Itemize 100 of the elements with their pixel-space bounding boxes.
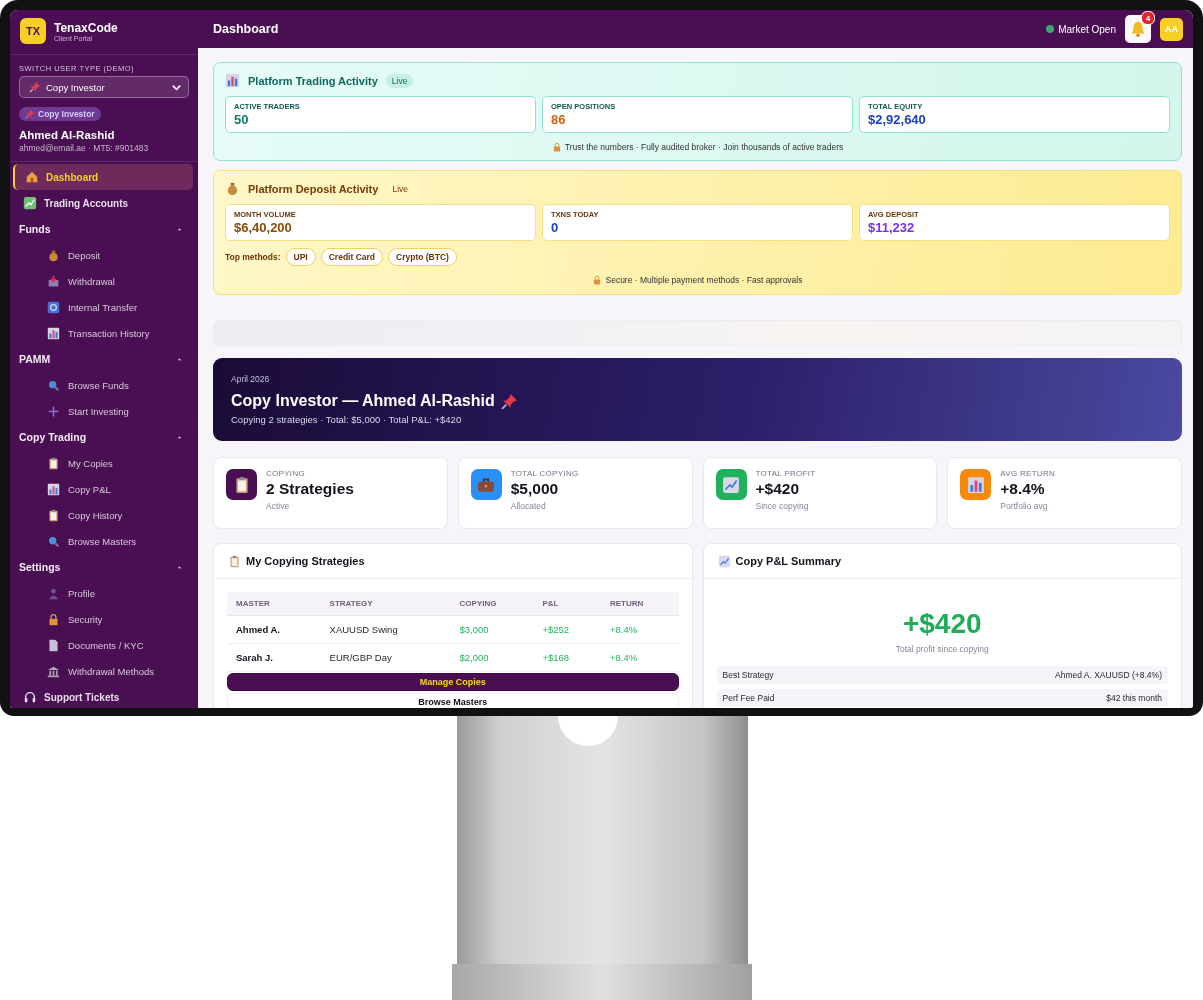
total-caption: Total profit since copying — [894, 644, 990, 654]
bank-icon — [47, 664, 60, 678]
nav-item[interactable]: Copy History — [13, 502, 193, 528]
plus-icon — [47, 404, 60, 418]
nav-item[interactable]: Profile — [13, 580, 193, 606]
nav-section[interactable]: Settings — [13, 554, 193, 580]
panel-title: Platform Deposit Activity — [248, 182, 379, 195]
nav-section[interactable]: Funds — [13, 216, 193, 242]
row-label: Perf Fee Paid — [722, 693, 775, 703]
column-header: RETURN — [600, 592, 679, 616]
nav-section[interactable]: Copy Trading — [13, 424, 193, 450]
clipboard-icon — [47, 508, 60, 522]
money-bag-icon — [47, 248, 60, 262]
table-cell: $3,000 — [450, 615, 534, 644]
nav-item[interactable]: Internal Transfer — [13, 294, 193, 320]
bar-chart-icon — [47, 482, 60, 496]
payment-method-chip: UPI — [285, 248, 316, 266]
pin-icon — [25, 109, 35, 119]
money-bag-icon — [225, 181, 240, 196]
banner-subtitle: Copying 2 strategies · Total: $5,000 · Total P&L: +$420 — [231, 414, 463, 425]
person-icon — [47, 586, 60, 600]
nav-item[interactable]: Dashboard — [13, 164, 193, 190]
banner-title: Copy Investor — Ahmed Al-Rashid — [231, 392, 495, 410]
panel-title: My Copying Strategies — [246, 555, 365, 567]
lock-icon — [47, 612, 60, 626]
row-value: Ahmed A. XAUUSD (+8.4%) — [1055, 670, 1162, 680]
nav-item[interactable]: Copy P&L — [13, 476, 193, 502]
bell-icon — [1129, 20, 1147, 38]
tray-icon — [47, 274, 60, 288]
card-label: TOTAL PROFIT — [755, 469, 816, 478]
logo-badge: TX — [20, 18, 46, 44]
table-cell: $2,000 — [450, 643, 534, 672]
nav-item[interactable]: Trading Accounts — [13, 190, 193, 216]
column-header: P&L — [533, 592, 601, 616]
column-header: COPYING — [450, 592, 534, 616]
user-name: Ahmed Al-Rashid — [19, 129, 116, 141]
card-label: COPYING — [266, 469, 306, 478]
nav-item[interactable]: Withdrawal — [13, 268, 193, 294]
nav-item[interactable]: Documents / KYC — [13, 632, 193, 658]
headphones-icon — [23, 690, 37, 704]
stat-value: 50 — [234, 112, 250, 127]
card-value: +$420 — [755, 480, 801, 498]
search-icon — [47, 534, 60, 548]
market-status: Market Open — [1058, 23, 1116, 35]
nav-item[interactable]: Deposit — [13, 242, 193, 268]
table-cell: Ahmed A. — [227, 615, 321, 644]
nav-item[interactable]: Browse Funds — [13, 372, 193, 398]
stat-value: $2,92,640 — [868, 112, 927, 127]
nav-item[interactable]: My Copies — [13, 450, 193, 476]
payment-method-chip: Crypto (BTC) — [388, 248, 457, 266]
nav-item[interactable]: Withdrawal Methods — [13, 658, 193, 684]
pin-icon — [29, 81, 41, 93]
payment-method-chip: Credit Card — [320, 248, 384, 266]
table-cell: +8.4% — [600, 615, 679, 644]
panel-title: Copy P&L Summary — [735, 555, 842, 567]
role-label: Copy Investor — [38, 109, 95, 119]
table-cell: +$168 — [533, 643, 601, 672]
brand-name: TenaxCode — [54, 20, 118, 35]
column-header: MASTER — [227, 592, 321, 616]
card-caption: Active — [266, 501, 291, 511]
card-caption: Since copying — [755, 501, 810, 511]
card-value: +8.4% — [1000, 480, 1046, 498]
house-icon — [25, 170, 39, 184]
nav-item[interactable]: Security — [13, 606, 193, 632]
manage-button[interactable]: Manage Copies — [227, 673, 679, 691]
live-label: Live — [391, 182, 409, 196]
nav-item[interactable]: Support Tickets — [13, 684, 193, 708]
card-label: AVG RETURN — [1000, 469, 1056, 478]
nav-item[interactable]: Start Investing — [13, 398, 193, 424]
browse-button[interactable]: Browse Masters — [227, 693, 679, 708]
page-title: Dashboard — [213, 22, 279, 36]
card-caption: Allocated — [510, 501, 547, 511]
table-cell: +8.4% — [600, 643, 679, 672]
stat-value: $6,40,200 — [234, 220, 293, 235]
line-chart-icon — [722, 475, 740, 494]
nav-item[interactable]: Browse Masters — [13, 528, 193, 554]
live-badge: Live — [385, 73, 414, 88]
user-meta: ahmed@email.ae · MT5: #901483 — [19, 143, 150, 153]
panel-title: Platform Trading Activity — [248, 74, 378, 87]
card-label: TOTAL COPYING — [510, 469, 579, 478]
table-cell: +$252 — [533, 615, 601, 644]
table-cell: Sarah J. — [227, 643, 321, 672]
banner-date: April 2026 — [231, 374, 271, 384]
stat-value: $11,232 — [868, 220, 916, 235]
cycle-icon — [47, 300, 60, 314]
notification-badge: 4 — [1141, 11, 1155, 25]
nav-section[interactable]: PAMM — [13, 346, 193, 372]
bar-chart-icon — [47, 326, 60, 340]
user-type-select[interactable]: Copy Investor — [19, 76, 189, 98]
card-value: $5,000 — [510, 480, 560, 498]
line-chart-icon — [717, 554, 731, 568]
row-label: Best Strategy — [722, 670, 774, 680]
pin-icon — [500, 392, 518, 410]
search-icon — [47, 378, 60, 392]
methods-label: Top methods: — [225, 252, 281, 262]
nav-item[interactable]: Transaction History — [13, 320, 193, 346]
lock-icon — [551, 142, 562, 152]
column-header: STRATEGY — [320, 592, 451, 616]
lock-icon — [592, 275, 603, 285]
clipboard-icon — [228, 554, 241, 568]
